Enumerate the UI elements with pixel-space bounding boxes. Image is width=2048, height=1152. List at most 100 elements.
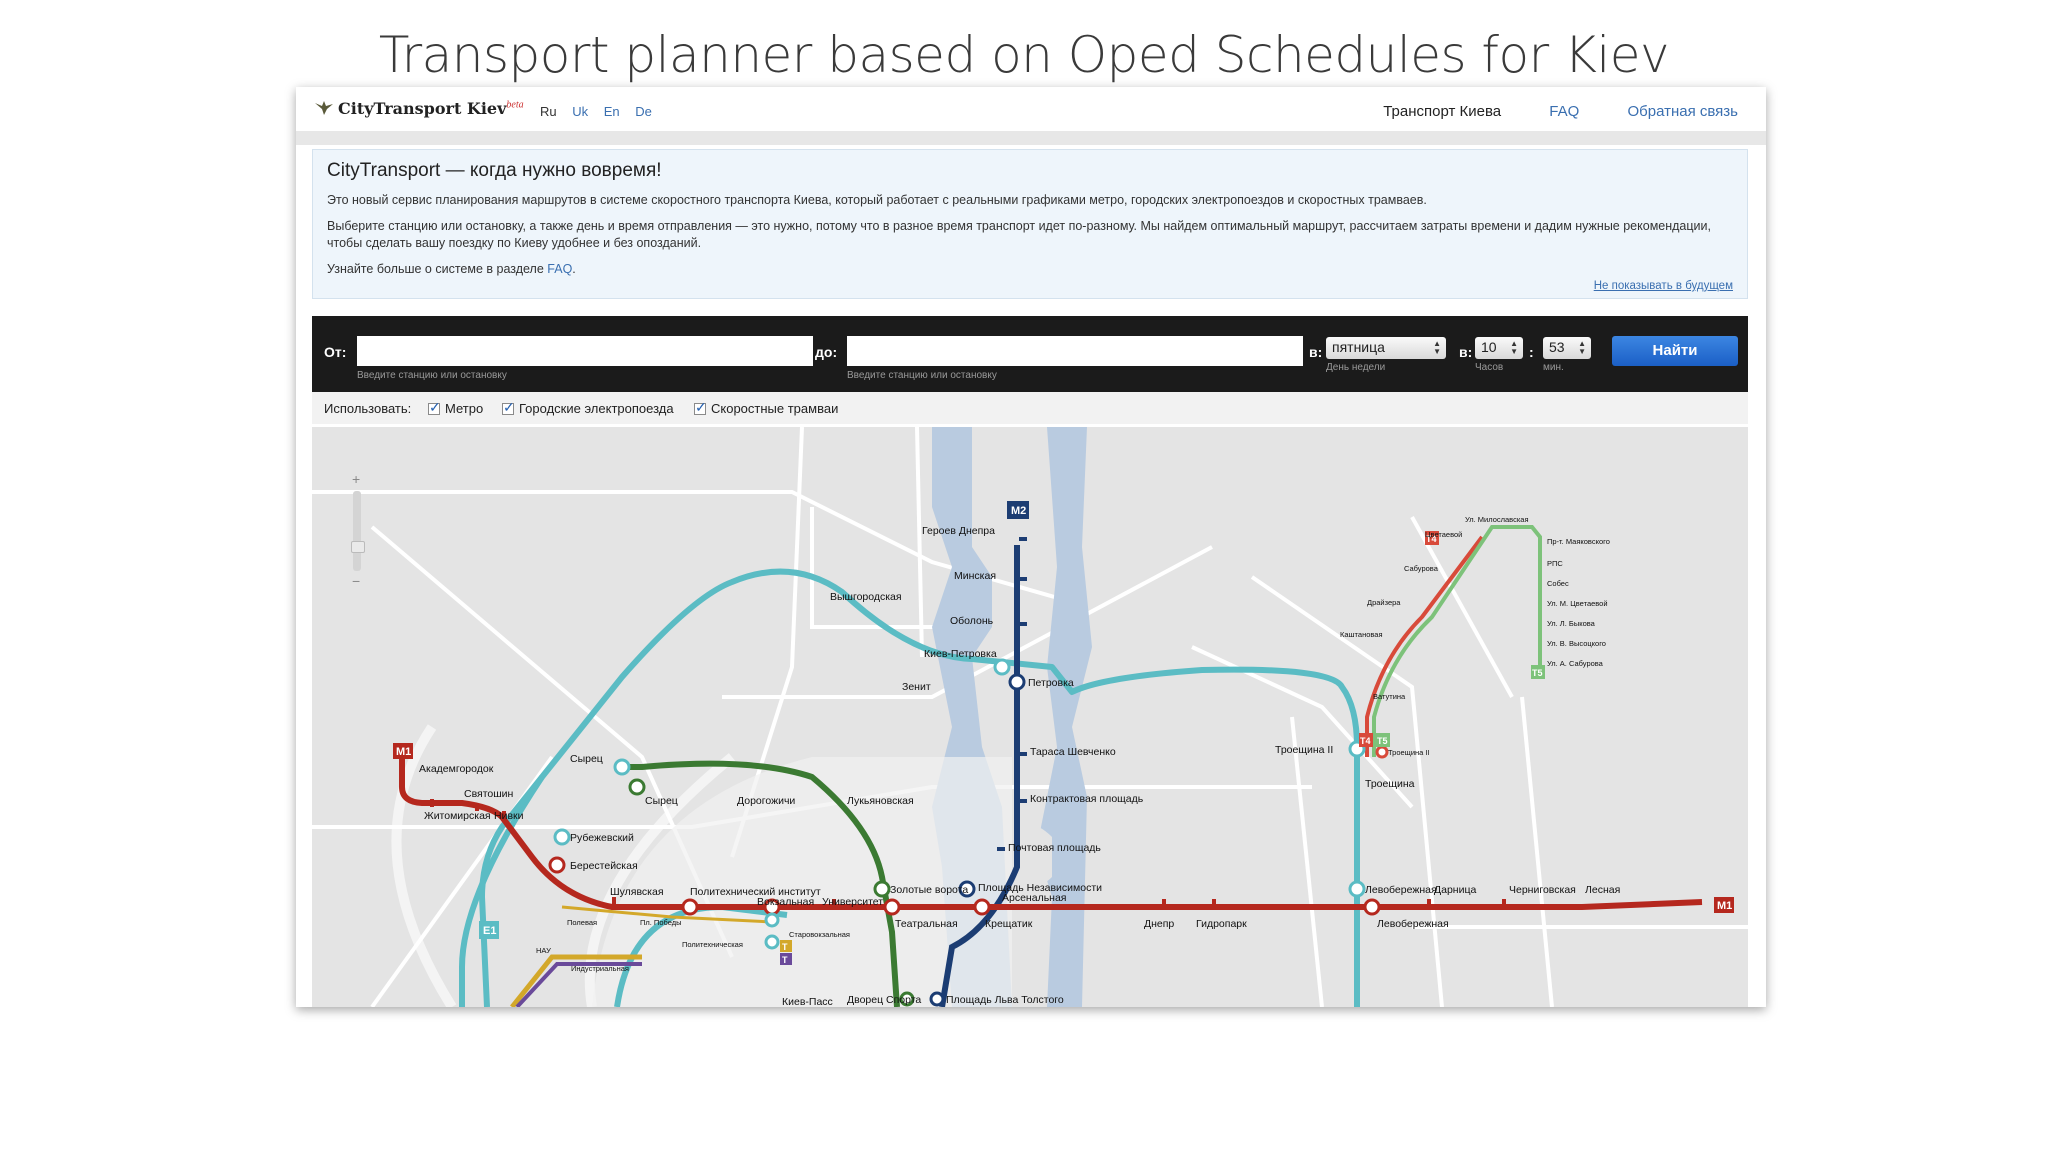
- label-lisova-c[interactable]: Лесная: [1585, 884, 1620, 896]
- train-checkbox-item[interactable]: Городские электропоезда: [502, 399, 674, 416]
- transit-map[interactable]: M1 M1 M2 E1 T4 T5 T4 T5 T T Академгородо…: [312, 427, 1748, 1007]
- hide-in-future-link[interactable]: Не показывать в будущем: [1594, 280, 1733, 292]
- label-industrialna[interactable]: Индустриальная: [571, 964, 629, 973]
- label-mylaslavska[interactable]: Ул. Милославская: [1465, 515, 1529, 524]
- label-nau[interactable]: НАУ: [536, 946, 551, 955]
- station-rubezh-marker[interactable]: [553, 828, 571, 846]
- label-vokzalna[interactable]: Вокзальная: [757, 896, 814, 908]
- label-beresteiska[interactable]: Берестейская: [570, 860, 638, 872]
- label-universytet[interactable]: Университет: [822, 896, 883, 908]
- label-zhytomyr[interactable]: Житомирская: [424, 810, 491, 822]
- station-kyiv-pas-marker[interactable]: [764, 934, 780, 950]
- label-minska[interactable]: Минская: [954, 570, 996, 582]
- label-heroiv[interactable]: Героев Днепра: [922, 525, 995, 537]
- label-nyvky[interactable]: Нивки: [494, 810, 524, 822]
- lang-ru[interactable]: Ru: [540, 104, 557, 119]
- label-kontraktova[interactable]: Контрактовая площадь: [1030, 793, 1144, 805]
- day-select[interactable]: пятница ▲ ▼: [1326, 337, 1446, 359]
- label-akadem[interactable]: Академгородок: [419, 763, 494, 775]
- station-polytech-marker[interactable]: [681, 898, 699, 916]
- metro-checkbox-item[interactable]: Метро: [428, 399, 483, 416]
- label-sobes[interactable]: Собес: [1547, 579, 1569, 588]
- label-m-tsvetaevoi[interactable]: Ул. М. Цветаевой: [1547, 599, 1608, 608]
- label-l-bykova[interactable]: Ул. Л. Быкова: [1547, 619, 1596, 628]
- label-troieshchyna-ii-tram[interactable]: Троещина II: [1388, 748, 1430, 757]
- zoom-slider-track[interactable]: [353, 491, 361, 571]
- label-zenit[interactable]: Зенит: [902, 681, 931, 693]
- tram-checkbox[interactable]: [694, 399, 707, 416]
- station-khreshchatyk-marker[interactable]: [973, 898, 991, 916]
- zoom-slider-handle[interactable]: [351, 541, 365, 553]
- to-input[interactable]: [847, 336, 1303, 366]
- label-livoberezhna-c[interactable]: Левобережная: [1365, 884, 1437, 896]
- lang-de[interactable]: De: [635, 104, 652, 119]
- faq-link[interactable]: FAQ: [547, 262, 572, 276]
- label-palats[interactable]: Дворец Спорта: [847, 994, 921, 1006]
- label-mayakovskoho[interactable]: Пр-т. Маяковского: [1547, 537, 1610, 546]
- lang-en[interactable]: En: [604, 104, 620, 119]
- nav-feedback[interactable]: Обратная связь: [1627, 103, 1738, 120]
- label-gidropark[interactable]: Гидропарк: [1196, 918, 1247, 930]
- train-checkbox[interactable]: [502, 399, 515, 416]
- station-beresteiska-marker[interactable]: [548, 856, 566, 874]
- label-darnytsia-c[interactable]: Дарница: [1434, 884, 1476, 896]
- zoom-in-button[interactable]: +: [352, 471, 360, 487]
- minute-select[interactable]: 53 ▲ ▼: [1543, 337, 1591, 359]
- label-shuliavska[interactable]: Шулявская: [610, 886, 664, 898]
- label-lva[interactable]: Площадь Льва Толстого: [946, 994, 1064, 1006]
- label-chernihivska-c[interactable]: Черниговская: [1509, 884, 1576, 896]
- station-livoberezhna-marker[interactable]: [1363, 898, 1381, 916]
- search-button[interactable]: Найти: [1612, 336, 1738, 366]
- label-v-vysotskoho[interactable]: Ул. В. Высоцкого: [1547, 639, 1606, 648]
- label-troieshchyna[interactable]: Троещина: [1365, 778, 1415, 790]
- label-kyiv-pas[interactable]: Киев-Пасс: [782, 996, 833, 1007]
- label-teatralna[interactable]: Театральная: [895, 918, 958, 930]
- tram-checkbox-item[interactable]: Скоростные трамваи: [694, 399, 838, 416]
- station-lva-marker[interactable]: [929, 991, 945, 1007]
- station-syrets-green-marker[interactable]: [628, 778, 646, 796]
- label-tsvetaevoi[interactable]: Цветаевой: [1425, 530, 1462, 539]
- label-petrivka[interactable]: Петровка: [1028, 677, 1074, 689]
- label-dnipro[interactable]: Днепр: [1144, 918, 1174, 930]
- hour-select[interactable]: 10 ▲ ▼: [1475, 337, 1523, 359]
- label-a-saburova[interactable]: Ул. А. Сабурова: [1547, 659, 1604, 668]
- station-zoloti-marker[interactable]: [873, 880, 891, 898]
- label-politekhnicheskaya[interactable]: Политехническая: [682, 940, 743, 949]
- station-syrets-marker[interactable]: [613, 758, 631, 776]
- zoom-out-button[interactable]: −: [352, 573, 360, 589]
- station-kyiv-petrivka-marker[interactable]: [993, 658, 1011, 676]
- lang-uk[interactable]: Uk: [572, 104, 588, 119]
- station-petrivka-marker[interactable]: [1008, 673, 1026, 691]
- label-syrets-g[interactable]: Сырец: [645, 795, 678, 807]
- label-livoberezhna-m[interactable]: Левобережная: [1377, 918, 1449, 930]
- label-troieshchyna-ii[interactable]: Троещина II: [1275, 744, 1333, 756]
- label-vatutina[interactable]: Ватутина: [1373, 692, 1406, 701]
- nav-transport[interactable]: Транспорт Киева: [1383, 103, 1501, 120]
- station-teatralna-marker[interactable]: [883, 898, 901, 916]
- label-rubezhivsky[interactable]: Рубежевский: [570, 832, 634, 844]
- label-zoloti[interactable]: Золотые ворота: [890, 884, 968, 896]
- from-input[interactable]: [357, 336, 813, 366]
- label-polevaya[interactable]: Полевая: [567, 918, 597, 927]
- label-poshtova[interactable]: Почтовая площадь: [1008, 842, 1101, 854]
- label-pl-pobedy[interactable]: Пл. Победы: [640, 918, 681, 927]
- label-syrets-c[interactable]: Сырец: [570, 753, 603, 765]
- metro-checkbox[interactable]: [428, 399, 441, 416]
- label-obolon[interactable]: Оболонь: [950, 615, 994, 627]
- label-draizera[interactable]: Драйзера: [1367, 598, 1401, 607]
- label-shevchenka[interactable]: Тараса Шевченко: [1030, 746, 1116, 758]
- label-starovokzalna[interactable]: Старовокзальная: [789, 930, 850, 939]
- label-sviatoshyn[interactable]: Святошин: [464, 788, 514, 800]
- label-rps[interactable]: РПС: [1547, 559, 1563, 568]
- label-dorohozhychi[interactable]: Дорогожичи: [737, 795, 795, 807]
- label-vyshgorodska[interactable]: Вышгородская: [830, 591, 902, 603]
- app-logo[interactable]: CityTransport Kievbeta: [314, 99, 524, 118]
- label-khreshchatyk[interactable]: Крещатик: [985, 918, 1033, 930]
- label-lukianivska[interactable]: Лукьяновская: [847, 795, 914, 807]
- label-kashtanova[interactable]: Каштановая: [1340, 630, 1383, 639]
- station-tram-terminal-marker[interactable]: [1375, 745, 1389, 759]
- station-livoberezhna-c-marker[interactable]: [1348, 880, 1366, 898]
- label-saburova[interactable]: Сабурова: [1404, 564, 1439, 573]
- nav-faq[interactable]: FAQ: [1549, 103, 1579, 120]
- label-kyiv-petrivka[interactable]: Киев-Петровка: [924, 648, 997, 660]
